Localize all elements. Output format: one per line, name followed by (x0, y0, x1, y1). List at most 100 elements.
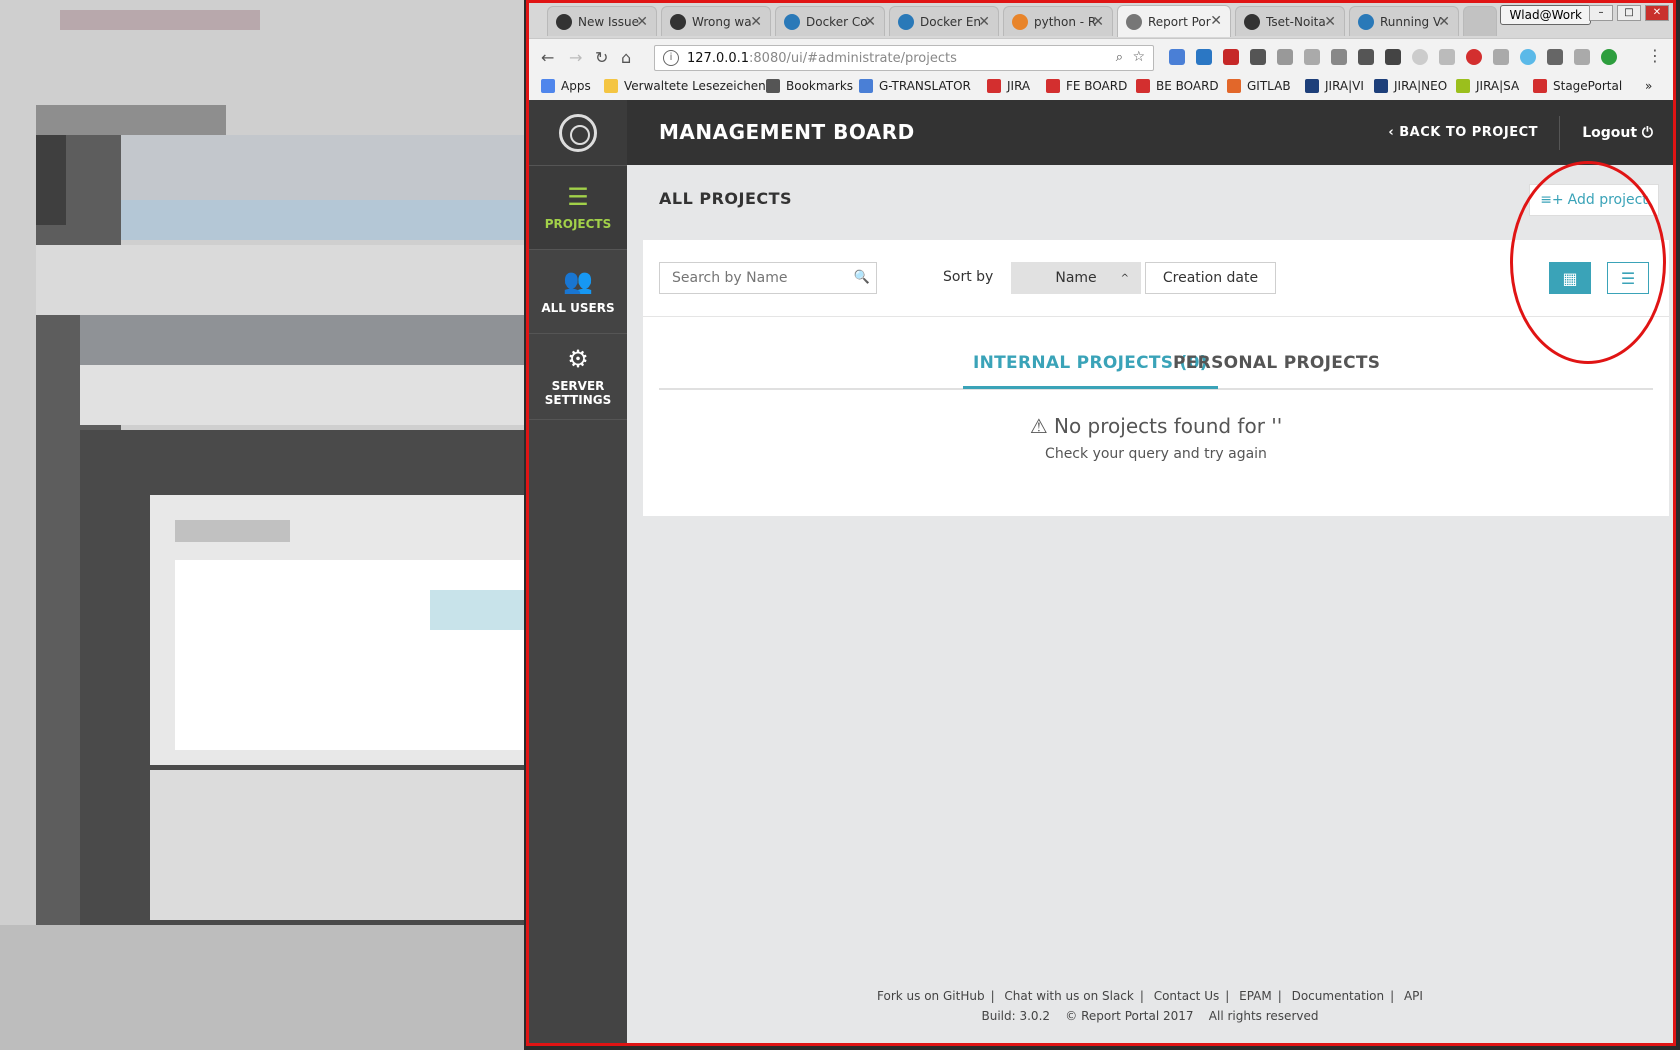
footer-link-api[interactable]: API (1404, 989, 1423, 1003)
tab-personal-projects[interactable]: PERSONAL PROJECTS (1173, 340, 1380, 386)
footer-link-github[interactable]: Fork us on GitHub (877, 989, 985, 1003)
bookmark-jira-sa[interactable]: JIRA|SA (1456, 79, 1519, 93)
back-to-project-link[interactable]: ‹ BACK TO PROJECT (1388, 125, 1538, 140)
footer-link-epam[interactable]: EPAM (1239, 989, 1272, 1003)
grid-view-button[interactable]: ▦ (1549, 262, 1591, 294)
bookmark-folder[interactable]: Verwaltete Lesezeichen (604, 79, 766, 93)
bookmark-jira-neo[interactable]: JIRA|NEO (1374, 79, 1447, 93)
bookmark-bookmarks[interactable]: Bookmarks (766, 79, 853, 93)
filter-bar: 🔍 Sort by Name^ Creation date ▦ ☰ (643, 240, 1669, 317)
more-bookmarks-icon[interactable]: » (1645, 79, 1652, 93)
address-bar[interactable]: i 127.0.0.1:8080/ui/#administrate/projec… (654, 45, 1154, 71)
minimize-icon[interactable]: – (1589, 5, 1613, 21)
profile-badge[interactable]: Wlad@Work (1500, 5, 1591, 25)
browser-tab[interactable]: Tset-Noita ✕ (1235, 6, 1345, 36)
close-tab-icon[interactable]: ✕ (1438, 14, 1450, 30)
maximize-icon[interactable]: □ (1617, 5, 1641, 21)
browser-tab-active[interactable]: Report Por ✕ (1117, 5, 1231, 37)
sort-by-name-button[interactable]: Name ^ (1011, 262, 1141, 294)
extension-icon[interactable] (1493, 49, 1509, 65)
extension-icon[interactable] (1439, 49, 1455, 65)
home-icon[interactable]: ⌂ (621, 48, 631, 67)
menu-icon[interactable]: ⋮ (1647, 46, 1663, 65)
jira-icon (1136, 79, 1150, 93)
bookmark-stageportal[interactable]: StagePortal (1533, 79, 1622, 93)
url-host: 127.0.0.1 (687, 50, 750, 66)
add-project-button[interactable]: ≡+ Add project (1529, 184, 1659, 216)
extension-icon[interactable] (1547, 49, 1563, 65)
bookmark-jira[interactable]: JIRA (987, 79, 1030, 93)
list-icon: ☰ (567, 182, 589, 211)
browser-tab[interactable]: Docker Co ✕ (775, 6, 885, 36)
list-view-icon: ☰ (1620, 268, 1636, 288)
translate-extension-icon[interactable] (1169, 49, 1185, 65)
bookmark-jira-vi[interactable]: JIRA|VI (1305, 79, 1364, 93)
bookmark-apps[interactable]: Apps (541, 79, 591, 93)
footer-link-slack[interactable]: Chat with us on Slack (1004, 989, 1133, 1003)
extension-icon[interactable] (1277, 49, 1293, 65)
bookmark-translator[interactable]: G-TRANSLATOR (859, 79, 971, 93)
extension-icon[interactable] (1466, 49, 1482, 65)
extension-icon[interactable] (1223, 49, 1239, 65)
bookmark-be-board[interactable]: BE BOARD (1136, 79, 1219, 93)
logo[interactable] (529, 100, 627, 165)
extension-icon[interactable] (1358, 49, 1374, 65)
extension-icon[interactable] (1574, 49, 1590, 65)
blurred-background (0, 0, 524, 1050)
new-tab-button[interactable] (1463, 6, 1497, 36)
search-input[interactable] (670, 269, 854, 287)
close-window-icon[interactable]: ✕ (1645, 5, 1669, 21)
vscode-icon (1358, 13, 1374, 30)
extension-icon[interactable] (1250, 49, 1266, 65)
extension-icon[interactable] (1412, 49, 1428, 65)
sidebar-item-projects[interactable]: ☰ PROJECTS (529, 165, 627, 249)
extension-icon[interactable] (1385, 49, 1401, 65)
docker-icon (898, 13, 914, 30)
forward-arrow-icon[interactable]: → (569, 48, 582, 67)
browser-tab[interactable]: Docker En ✕ (889, 6, 999, 36)
main-content: ALL PROJECTS ≡+Add project 🔍 Sort by Nam… (627, 165, 1673, 1043)
reload-icon[interactable]: ↻ (595, 48, 608, 67)
window-controls: – □ ✕ (1589, 5, 1669, 21)
footer-link-documentation[interactable]: Documentation (1292, 989, 1385, 1003)
tab-strip: New Issue ✕ Wrong wa ✕ Docker Co ✕ Docker E… (529, 3, 1673, 38)
users-icon: 👥 (563, 266, 593, 295)
star-icon[interactable]: ☆ (1132, 49, 1145, 65)
close-tab-icon[interactable]: ✕ (1324, 14, 1336, 30)
bookmark-gitlab[interactable]: GITLAB (1227, 79, 1291, 93)
n-icon (1456, 79, 1470, 93)
browser-tab[interactable]: python - R ✕ (1003, 6, 1113, 36)
extension-icon[interactable] (1331, 49, 1347, 65)
folder-icon (604, 79, 618, 93)
apps-icon (541, 79, 555, 93)
back-arrow-icon[interactable]: ← (541, 48, 554, 67)
sidebar-item-server-settings[interactable]: ⚙ SERVER SETTINGS (529, 333, 627, 420)
close-tab-icon[interactable]: ✕ (864, 14, 876, 30)
browser-tab[interactable]: Running V ✕ (1349, 6, 1459, 36)
extension-icon[interactable] (1601, 49, 1617, 65)
close-tab-icon[interactable]: ✕ (750, 14, 762, 30)
close-tab-icon[interactable]: ✕ (978, 14, 990, 30)
footer-link-contact[interactable]: Contact Us (1154, 989, 1220, 1003)
extension-icon[interactable] (1520, 49, 1536, 65)
app-header: MANAGEMENT BOARD ‹ BACK TO PROJECT Logou… (627, 100, 1673, 165)
zoom-icon[interactable]: ⌕ (1116, 50, 1123, 65)
sidebar-item-all-users[interactable]: 👥 ALL USERS (529, 249, 627, 333)
extension-icon[interactable] (1196, 49, 1212, 65)
search-icon[interactable]: 🔍 (854, 270, 870, 285)
search-box: 🔍 (659, 262, 877, 294)
close-tab-icon[interactable]: ✕ (636, 14, 648, 30)
info-icon[interactable]: i (663, 50, 679, 66)
list-view-button[interactable]: ☰ (1607, 262, 1649, 294)
v-icon (1533, 79, 1547, 93)
extension-icon[interactable] (1304, 49, 1320, 65)
gears-icon: ⚙ (567, 344, 589, 373)
close-tab-icon[interactable]: ✕ (1210, 13, 1222, 29)
browser-tab[interactable]: Wrong wa ✕ (661, 6, 771, 36)
bookmark-fe-board[interactable]: FE BOARD (1046, 79, 1127, 93)
sort-by-label: Sort by (943, 269, 994, 285)
sort-by-creation-date-button[interactable]: Creation date (1145, 262, 1276, 294)
browser-tab[interactable]: New Issue ✕ (547, 6, 657, 36)
logout-button[interactable]: Logout ⏻ (1582, 125, 1653, 141)
close-tab-icon[interactable]: ✕ (1092, 14, 1104, 30)
